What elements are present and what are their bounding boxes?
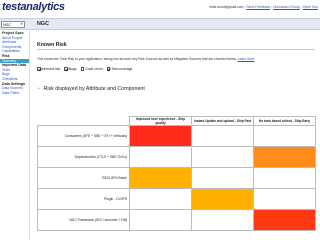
checkbox-label: Bugs	[68, 67, 77, 71]
sidebar-item-data-filters[interactable]: Data Filters	[0, 91, 29, 96]
grid-corner	[37, 116, 130, 126]
checkbox-icon[interactable]	[37, 67, 41, 71]
top-bar: testanalytics misk.surul@gmail.com|Send …	[0, 0, 320, 18]
risk-cell[interactable]	[191, 125, 254, 147]
risk-grid-header: Improved user experience - Ship quality …	[37, 116, 316, 126]
learn-more-link[interactable]: Learn more	[238, 57, 255, 61]
main-content: Known Risk This shows the Total Risk to …	[31, 31, 320, 240]
discussion-group-link[interactable]: Discussion Group	[273, 5, 300, 9]
row-label: Plugin - CLSFR	[37, 188, 130, 210]
risk-cell[interactable]	[253, 209, 316, 231]
checkbox-icon[interactable]	[80, 67, 85, 71]
risk-cell[interactable]	[253, 167, 316, 189]
project-title: NGC	[37, 21, 49, 27]
column-header: No train based rollout - Ship Early	[253, 116, 316, 126]
divider	[37, 49, 315, 50]
row-label: Dependencies (CTLS + SBE SVCs)	[37, 146, 130, 168]
sidebar: Project Spec About Project Attributes Co…	[0, 31, 30, 240]
risk-cell[interactable]	[191, 188, 254, 210]
section-title: Risk displayed by Attribute and Componen…	[43, 86, 145, 92]
app-logo[interactable]: testanalytics	[2, 1, 65, 13]
table-row: Dependencies (CTLS + SBE SVCs)	[37, 146, 316, 168]
checkbox-label: Test coverage	[111, 67, 133, 71]
user-email: misk.surul@gmail.com	[209, 5, 244, 9]
table-row: NGC Framework (IES Consumer + DB)	[37, 209, 316, 231]
test-coverage-checkbox[interactable]: Test coverage	[106, 67, 133, 71]
code-churn-checkbox[interactable]: Code churn	[80, 67, 103, 71]
checkbox-icon[interactable]	[64, 67, 68, 71]
column-header: Improved user experience - Ship quality	[129, 116, 192, 126]
table-row: Consumers (SFE + SBE + SYI + Verticals)	[37, 125, 316, 147]
checkbox-label: Code churn	[85, 67, 103, 71]
project-bar: NGC ▼ NGC	[0, 18, 320, 30]
risk-cell[interactable]	[191, 167, 254, 189]
table-row: Plugin - CLSFR	[37, 188, 316, 210]
bugs-checkbox[interactable]: Bugs	[64, 67, 77, 71]
risk-cell[interactable]	[129, 146, 192, 168]
user-nav: misk.surul@gmail.com|Send Feedback|Discu…	[209, 5, 318, 9]
project-selector[interactable]: NGC ▼	[1, 21, 25, 28]
inherent-risk-checkbox[interactable]: Inherent risk	[37, 67, 60, 71]
row-label: RECLSFN Batch	[37, 167, 130, 189]
risk-source-checks: Inherent risk Bugs Code churn Test cover…	[37, 67, 132, 71]
row-label: NGC Framework (IES Consumer + DB)	[37, 209, 130, 231]
send-feedback-link[interactable]: Send Feedback	[246, 5, 270, 9]
risk-cell[interactable]	[191, 146, 254, 168]
risk-section-header[interactable]: − Risk displayed by Attribute and Compon…	[37, 86, 145, 92]
description-text: This shows the Total Risk to your applic…	[37, 57, 237, 61]
page-title: Known Risk	[37, 42, 67, 48]
risk-cell[interactable]	[129, 209, 192, 231]
project-selector-value: NGC	[3, 23, 11, 27]
risk-cell[interactable]	[129, 188, 192, 210]
separator: |	[271, 5, 273, 9]
column-header: Instant Update and upload - Ship Fast	[191, 116, 254, 126]
risk-cell[interactable]	[129, 125, 192, 147]
checkbox-icon[interactable]	[106, 67, 111, 71]
row-label: Consumers (SFE + SBE + SYI + Verticals)	[37, 125, 130, 147]
risk-cell[interactable]	[191, 209, 254, 231]
risk-cell[interactable]	[253, 146, 316, 168]
separator: |	[300, 5, 302, 9]
risk-cell[interactable]	[253, 188, 316, 210]
page-description: This shows the Total Risk to your applic…	[37, 57, 254, 61]
chevron-down-icon: ▼	[20, 22, 23, 26]
risk-cell[interactable]	[253, 125, 316, 147]
collapse-icon[interactable]: −	[37, 86, 41, 92]
risk-cell[interactable]	[129, 167, 192, 189]
open-source-link[interactable]: Open Sou	[303, 5, 318, 9]
checkbox-label: Inherent risk	[41, 67, 61, 71]
table-row: RECLSFN Batch	[37, 167, 316, 189]
risk-grid: Improved user experience - Ship quality …	[37, 116, 316, 231]
